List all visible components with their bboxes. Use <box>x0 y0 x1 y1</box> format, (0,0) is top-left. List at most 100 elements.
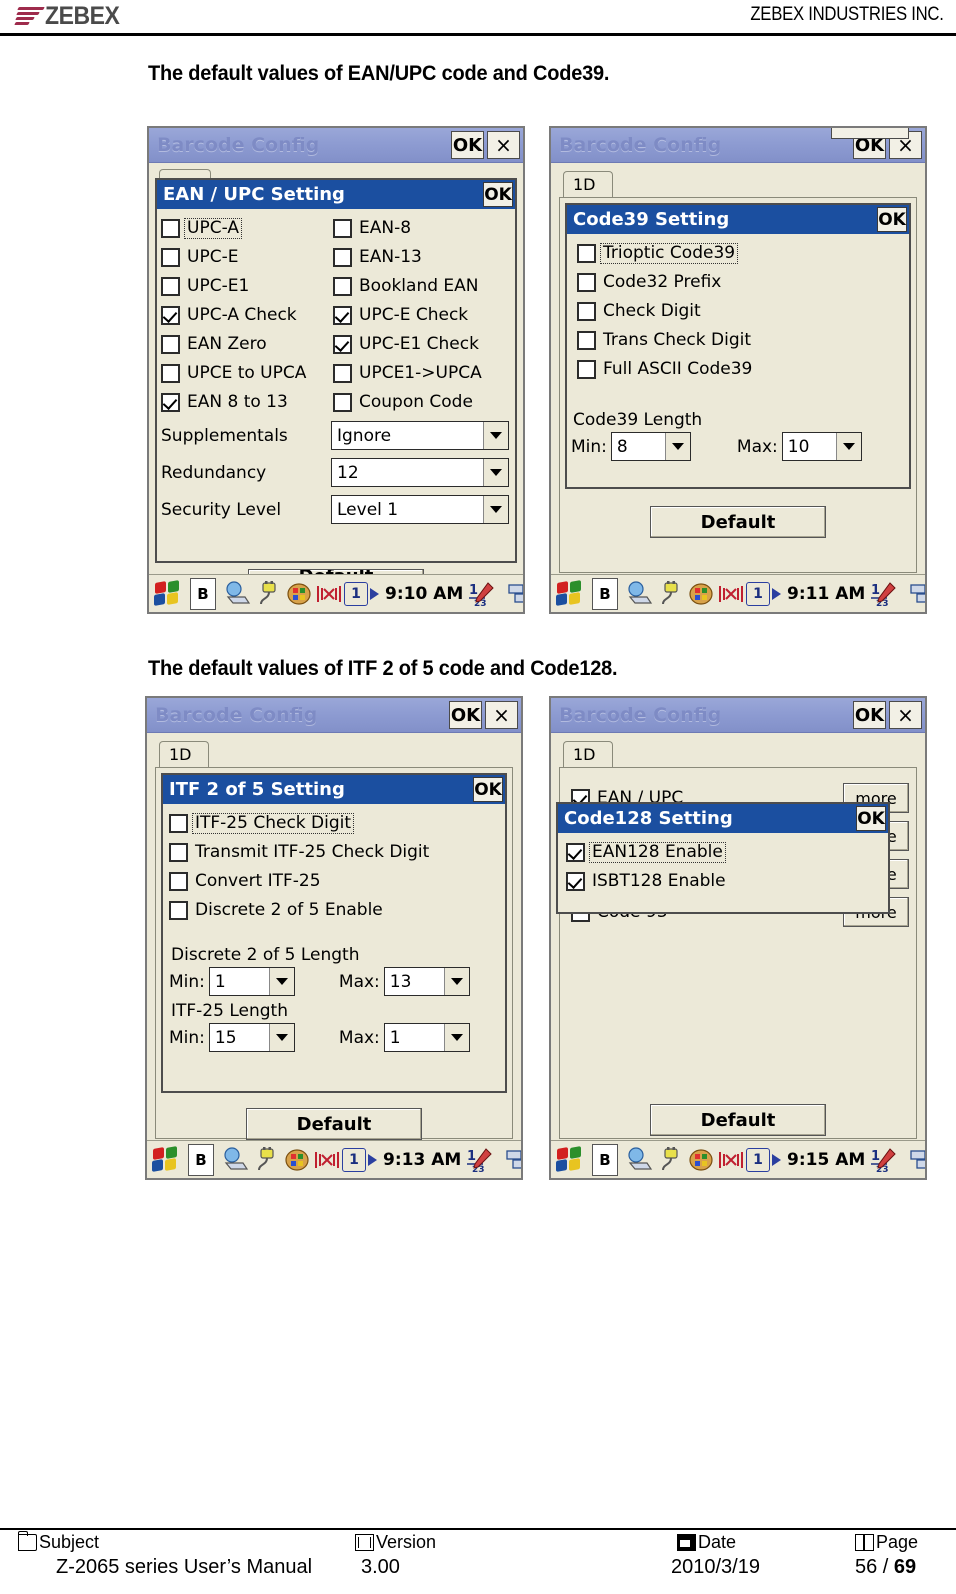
security-level-select[interactable]: Level 1 <box>331 495 509 524</box>
checkbox-row[interactable]: EAN128 Enable <box>566 838 884 867</box>
input-panel-indicator[interactable]: 1 <box>342 1147 366 1172</box>
scanner-disabled-icon[interactable] <box>717 581 745 607</box>
dialog-ok-button[interactable]: OK <box>877 207 907 232</box>
ime-indicator[interactable]: B <box>188 1143 214 1176</box>
tab-1d[interactable]: 1D <box>563 171 613 197</box>
power-plug-icon[interactable] <box>253 1146 281 1173</box>
checkbox-discrete-2-of-5-enable[interactable] <box>169 901 188 920</box>
network-icon[interactable] <box>627 580 655 607</box>
chevron-down-icon[interactable] <box>483 459 508 486</box>
start-button-icon[interactable] <box>154 579 182 607</box>
itf25-min-select[interactable]: 15 <box>208 1023 295 1052</box>
default-button[interactable]: Default <box>246 1108 422 1140</box>
checkbox-row[interactable]: UPC-A Check <box>161 301 333 330</box>
network-icon[interactable] <box>223 1146 251 1173</box>
checkbox-upc-a-check[interactable] <box>161 306 180 325</box>
chevron-down-icon[interactable] <box>443 968 469 995</box>
scanner-disabled-icon[interactable] <box>315 581 343 607</box>
color-grid-icon[interactable] <box>285 581 313 607</box>
color-grid-icon[interactable] <box>687 581 715 607</box>
checkbox-row[interactable]: UPC-E1 <box>161 272 333 301</box>
windows-stack-icon[interactable] <box>908 581 925 607</box>
dialog-ok-button[interactable]: OK <box>856 806 886 831</box>
checkbox-row[interactable]: ITF-25 Check Digit <box>169 809 501 838</box>
checkbox-row[interactable]: Coupon Code <box>333 388 505 417</box>
pencil-123-icon[interactable]: 1 23 <box>870 581 898 609</box>
input-panel-indicator[interactable]: 1 <box>746 1147 770 1172</box>
checkbox-row[interactable]: Trioptic Code39 <box>577 239 905 268</box>
windows-stack-icon[interactable] <box>506 581 523 607</box>
tab-1d[interactable]: 1D <box>563 741 613 767</box>
ime-indicator[interactable]: B <box>592 577 618 610</box>
checkbox-row[interactable]: UPCE to UPCA <box>161 359 333 388</box>
redundancy-select[interactable]: 12 <box>331 458 509 487</box>
checkbox-transmit-itf25-check-digit[interactable] <box>169 843 188 862</box>
checkbox-row[interactable]: ISBT128 Enable <box>566 867 884 896</box>
chevron-down-icon[interactable] <box>268 1024 294 1051</box>
checkbox-code32-prefix[interactable] <box>577 273 596 292</box>
checkbox-row[interactable]: Check Digit <box>577 297 905 326</box>
taskbar-clock[interactable]: 9:10 AM <box>385 584 463 604</box>
tab-1d[interactable]: 1D <box>159 741 209 767</box>
scanner-disabled-icon[interactable] <box>717 1147 745 1173</box>
checkbox-ean-8-to-13[interactable] <box>161 393 180 412</box>
checkbox-check-digit[interactable] <box>577 302 596 321</box>
color-grid-icon[interactable] <box>687 1147 715 1173</box>
checkbox-row[interactable]: UPC-A <box>161 214 333 243</box>
window-close-icon[interactable]: × <box>889 701 922 729</box>
default-button[interactable]: Default <box>650 506 826 538</box>
checkbox-row[interactable]: UPCE1->UPCA <box>333 359 505 388</box>
dialog-ok-button[interactable]: OK <box>473 777 503 802</box>
checkbox-row[interactable]: EAN Zero <box>161 330 333 359</box>
checkbox-row[interactable]: Bookland EAN <box>333 272 505 301</box>
taskbar-clock[interactable]: 9:15 AM <box>787 1150 865 1170</box>
window-ok-button[interactable]: OK <box>449 701 482 729</box>
power-plug-icon[interactable] <box>657 580 685 607</box>
checkbox-row[interactable]: Convert ITF-25 <box>169 867 501 896</box>
checkbox-trans-check-digit[interactable] <box>577 331 596 350</box>
chevron-down-icon[interactable] <box>443 1024 469 1051</box>
start-button-icon[interactable] <box>556 579 584 607</box>
window-close-icon[interactable]: × <box>487 131 520 159</box>
ime-indicator[interactable]: B <box>190 577 216 610</box>
checkbox-row[interactable]: EAN-13 <box>333 243 505 272</box>
window-close-icon[interactable]: × <box>485 701 518 729</box>
checkbox-row[interactable]: Full ASCII Code39 <box>577 355 905 384</box>
start-button-icon[interactable] <box>556 1145 584 1173</box>
chevron-down-icon[interactable] <box>835 433 861 460</box>
checkbox-convert-itf25[interactable] <box>169 872 188 891</box>
discrete25-max-select[interactable]: 13 <box>383 967 470 996</box>
checkbox-full-ascii-code39[interactable] <box>577 360 596 379</box>
checkbox-upc-e-check[interactable] <box>333 306 352 325</box>
checkbox-upce1-to-upca[interactable] <box>333 364 352 383</box>
input-panel-indicator[interactable]: 1 <box>344 581 368 606</box>
chevron-down-icon[interactable] <box>664 433 690 460</box>
checkbox-upc-e1[interactable] <box>161 277 180 296</box>
network-icon[interactable] <box>627 1146 655 1173</box>
chevron-down-icon[interactable] <box>483 496 508 523</box>
supplementals-select[interactable]: Ignore <box>331 421 509 450</box>
discrete25-min-select[interactable]: 1 <box>208 967 295 996</box>
checkbox-trioptic-code39[interactable] <box>577 244 596 263</box>
checkbox-ean-13[interactable] <box>333 248 352 267</box>
checkbox-row[interactable]: UPC-E Check <box>333 301 505 330</box>
checkbox-bookland-ean[interactable] <box>333 277 352 296</box>
checkbox-isbt128-enable[interactable] <box>566 872 585 891</box>
input-panel-indicator[interactable]: 1 <box>746 581 770 606</box>
checkbox-row[interactable]: Trans Check Digit <box>577 326 905 355</box>
ime-indicator[interactable]: B <box>592 1143 618 1176</box>
start-button-icon[interactable] <box>152 1145 180 1173</box>
checkbox-coupon-code[interactable] <box>333 393 352 412</box>
windows-stack-icon[interactable] <box>908 1147 925 1173</box>
checkbox-upce-to-upca[interactable] <box>161 364 180 383</box>
power-plug-icon[interactable] <box>255 580 283 607</box>
default-button[interactable]: Default <box>650 1104 826 1136</box>
checkbox-row[interactable]: EAN-8 <box>333 214 505 243</box>
checkbox-row[interactable]: UPC-E1 Check <box>333 330 505 359</box>
pencil-123-icon[interactable]: 1 23 <box>870 1147 898 1175</box>
taskbar-clock[interactable]: 9:11 AM <box>787 584 865 604</box>
itf25-max-select[interactable]: 1 <box>383 1023 470 1052</box>
checkbox-row[interactable]: UPC-E <box>161 243 333 272</box>
checkbox-ean-8[interactable] <box>333 219 352 238</box>
window-ok-button[interactable]: OK <box>451 131 484 159</box>
